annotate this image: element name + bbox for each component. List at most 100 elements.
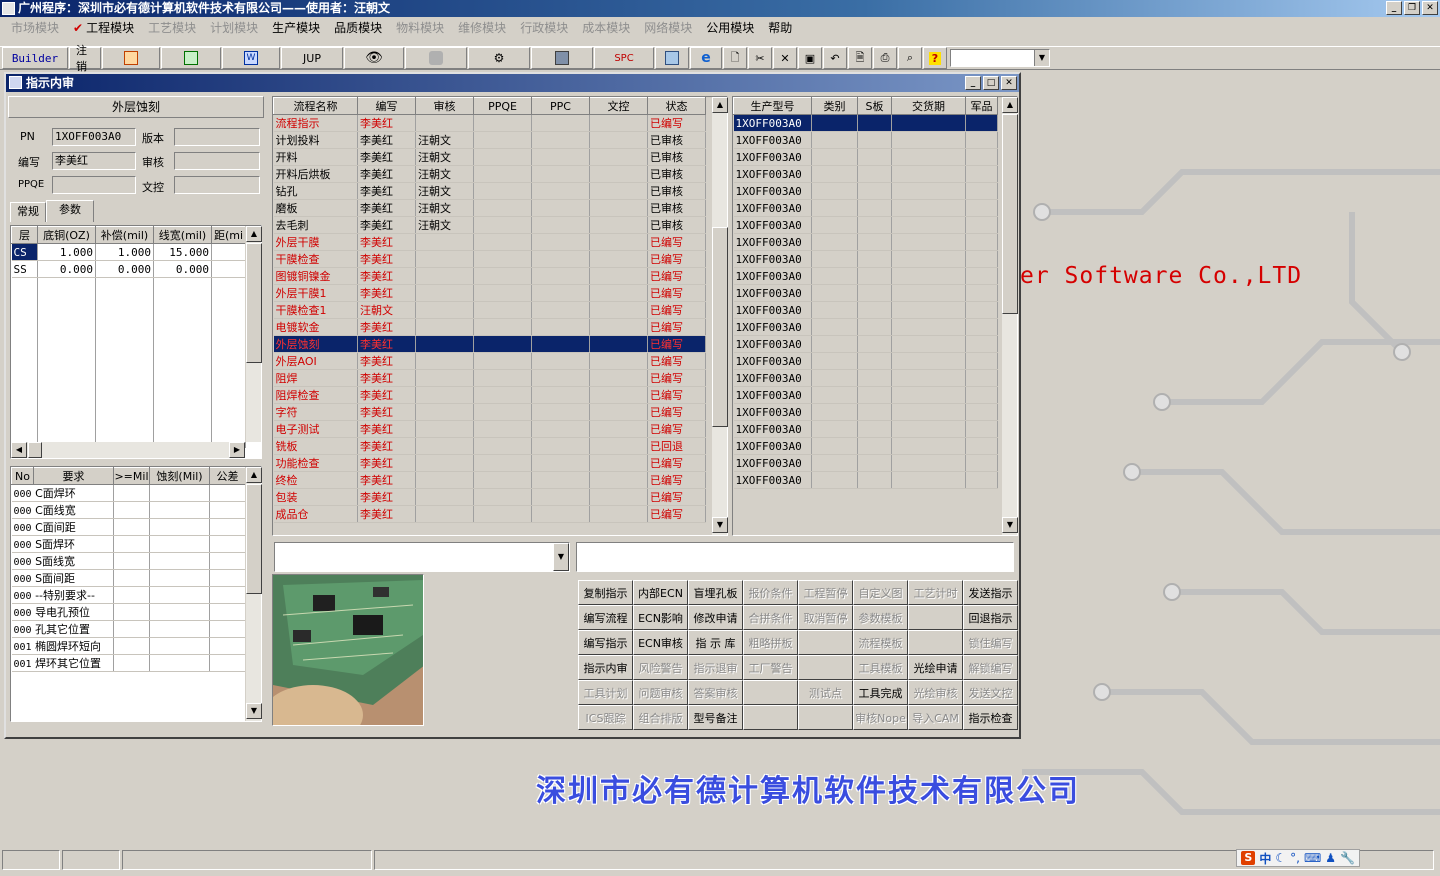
table-cell[interactable] xyxy=(531,114,590,132)
table-cell[interactable]: 1.000 xyxy=(95,243,154,261)
child-close-icon[interactable]: ✕ xyxy=(1001,76,1017,90)
table-cell[interactable] xyxy=(589,233,648,251)
table-cell[interactable] xyxy=(149,518,210,536)
menu-item-11[interactable]: 公用模块 xyxy=(699,19,761,36)
table-cell[interactable]: 1XOFF003A0 xyxy=(733,165,812,183)
table-cell[interactable] xyxy=(149,586,210,604)
table-cell[interactable]: 终检 xyxy=(273,471,358,489)
table-cell[interactable]: 阻焊 xyxy=(273,369,358,387)
table-cell[interactable] xyxy=(415,471,474,489)
table-cell[interactable]: 000 --特别要求-- xyxy=(11,586,114,604)
table-cell[interactable] xyxy=(965,437,998,455)
table-cell[interactable] xyxy=(811,199,858,217)
table-cell[interactable] xyxy=(857,114,892,132)
table-cell[interactable]: 李美红 xyxy=(357,165,416,183)
table-cell[interactable]: 0.000 xyxy=(95,260,154,278)
table-cell[interactable] xyxy=(589,301,648,319)
undo-button[interactable]: ↶ xyxy=(823,47,847,69)
table-cell[interactable] xyxy=(857,318,892,336)
list-item[interactable]: 001 椭圆焊环短向 xyxy=(11,637,246,655)
table-cell[interactable] xyxy=(589,420,648,438)
tab-general[interactable]: 常规 xyxy=(10,202,46,222)
ie-button[interactable]: e xyxy=(690,47,722,69)
table-cell[interactable] xyxy=(531,318,590,336)
table-row[interactable]: 去毛刺 李美红 汪朝文 已审核 xyxy=(273,216,706,234)
action-button-2-0[interactable]: 编写指示 xyxy=(578,630,633,655)
table-cell[interactable] xyxy=(811,250,858,268)
table-cell[interactable] xyxy=(531,182,590,200)
table-cell[interactable]: 15.000 xyxy=(153,243,212,261)
table-cell[interactable]: 1XOFF003A0 xyxy=(733,403,812,421)
list-item[interactable]: 000 S面线宽 xyxy=(11,552,246,570)
table-cell[interactable] xyxy=(415,369,474,387)
table-row[interactable]: 功能检查 李美红 已编写 xyxy=(273,454,706,472)
action-button-1-5[interactable]: 参数模板 xyxy=(853,605,908,630)
logout-button[interactable]: 注销 xyxy=(69,44,101,73)
table-cell[interactable]: 1XOFF003A0 xyxy=(733,148,812,166)
table-cell[interactable] xyxy=(891,182,966,200)
flow-headers-column-header[interactable]: 审核 xyxy=(415,97,474,115)
table-row[interactable]: 1XOFF003A0 xyxy=(733,165,998,183)
table-cell[interactable] xyxy=(811,182,858,200)
table-cell[interactable] xyxy=(965,352,998,370)
menu-item-12[interactable]: 帮助 xyxy=(761,19,799,36)
table-cell[interactable]: 000 S面间距 xyxy=(11,569,114,587)
table-cell[interactable] xyxy=(965,250,998,268)
model-scroll-up-icon[interactable]: ▲ xyxy=(1002,97,1018,113)
table-cell[interactable] xyxy=(891,250,966,268)
table-cell[interactable]: 1XOFF003A0 xyxy=(733,250,812,268)
menu-item-3[interactable]: 计划模块 xyxy=(203,19,265,36)
delete-button[interactable]: ✕ xyxy=(773,47,797,69)
table-cell[interactable] xyxy=(531,165,590,183)
table-cell[interactable] xyxy=(209,552,246,570)
table-cell[interactable]: 000 导电孔预位 xyxy=(11,603,114,621)
table-cell[interactable]: 开料 xyxy=(273,148,358,166)
table-cell[interactable]: 1XOFF003A0 xyxy=(733,454,812,472)
table-cell[interactable]: 去毛刺 xyxy=(273,216,358,234)
table-cell[interactable] xyxy=(965,216,998,234)
table-cell[interactable] xyxy=(589,454,648,472)
table-cell[interactable]: 已编写 xyxy=(647,114,706,132)
table-cell[interactable]: 干膜检查1 xyxy=(273,301,358,319)
table-cell[interactable] xyxy=(857,199,892,217)
table-cell[interactable] xyxy=(473,284,532,302)
table-row[interactable]: 1XOFF003A0 xyxy=(733,250,998,268)
table-row[interactable]: 流程指示 李美红 已编写 xyxy=(273,114,706,132)
left-param_headers-column-header[interactable]: 补偿(mil) xyxy=(95,226,154,244)
table-cell[interactable] xyxy=(473,420,532,438)
table-row[interactable]: 干膜检查 李美红 已编写 xyxy=(273,250,706,268)
table-row[interactable]: 外层干膜1 李美红 已编写 xyxy=(273,284,706,302)
left-req_headers-column-header[interactable]: 公差 xyxy=(209,467,246,485)
table-cell[interactable] xyxy=(589,131,648,149)
table-row[interactable]: 计划投料 李美红 汪朝文 已审核 xyxy=(273,131,706,149)
table-cell[interactable]: 0.000 xyxy=(37,260,96,278)
table-cell[interactable] xyxy=(149,484,210,502)
table-cell[interactable] xyxy=(531,199,590,217)
table-row[interactable]: 1XOFF003A0 xyxy=(733,216,998,234)
table-cell[interactable]: 000 孔其它位置 xyxy=(11,620,114,638)
list-item[interactable]: 000 导电孔预位 xyxy=(11,603,246,621)
table-cell[interactable] xyxy=(113,501,150,519)
table-cell[interactable] xyxy=(415,488,474,506)
action-button-2-5[interactable]: 流程模板 xyxy=(853,630,908,655)
table-cell[interactable]: 1XOFF003A0 xyxy=(733,131,812,149)
table-cell[interactable] xyxy=(811,131,858,149)
table-cell[interactable] xyxy=(891,386,966,404)
table-cell[interactable]: 已审核 xyxy=(647,148,706,166)
table-cell[interactable] xyxy=(965,301,998,319)
note-combo[interactable]: ▼ xyxy=(274,542,570,572)
table-cell[interactable]: 李美红 xyxy=(357,335,416,353)
req-scroll-down-icon[interactable]: ▼ xyxy=(246,703,262,719)
table-cell[interactable] xyxy=(415,284,474,302)
table-row[interactable]: 图镀铜镍金 李美红 已编写 xyxy=(273,267,706,285)
table-cell[interactable]: 干膜检查 xyxy=(273,250,358,268)
table-cell[interactable] xyxy=(811,335,858,353)
table-cell[interactable]: 1XOFF003A0 xyxy=(733,284,812,302)
table-cell[interactable]: 李美红 xyxy=(357,284,416,302)
table-cell[interactable] xyxy=(589,216,648,234)
table-cell[interactable]: 李美红 xyxy=(357,216,416,234)
table-cell[interactable]: 001 焊环其它位置 xyxy=(11,654,114,672)
spc-button[interactable]: SPC xyxy=(594,47,654,69)
table-cell[interactable] xyxy=(857,386,892,404)
action-button-5-6[interactable]: 导入CAM xyxy=(908,705,963,730)
